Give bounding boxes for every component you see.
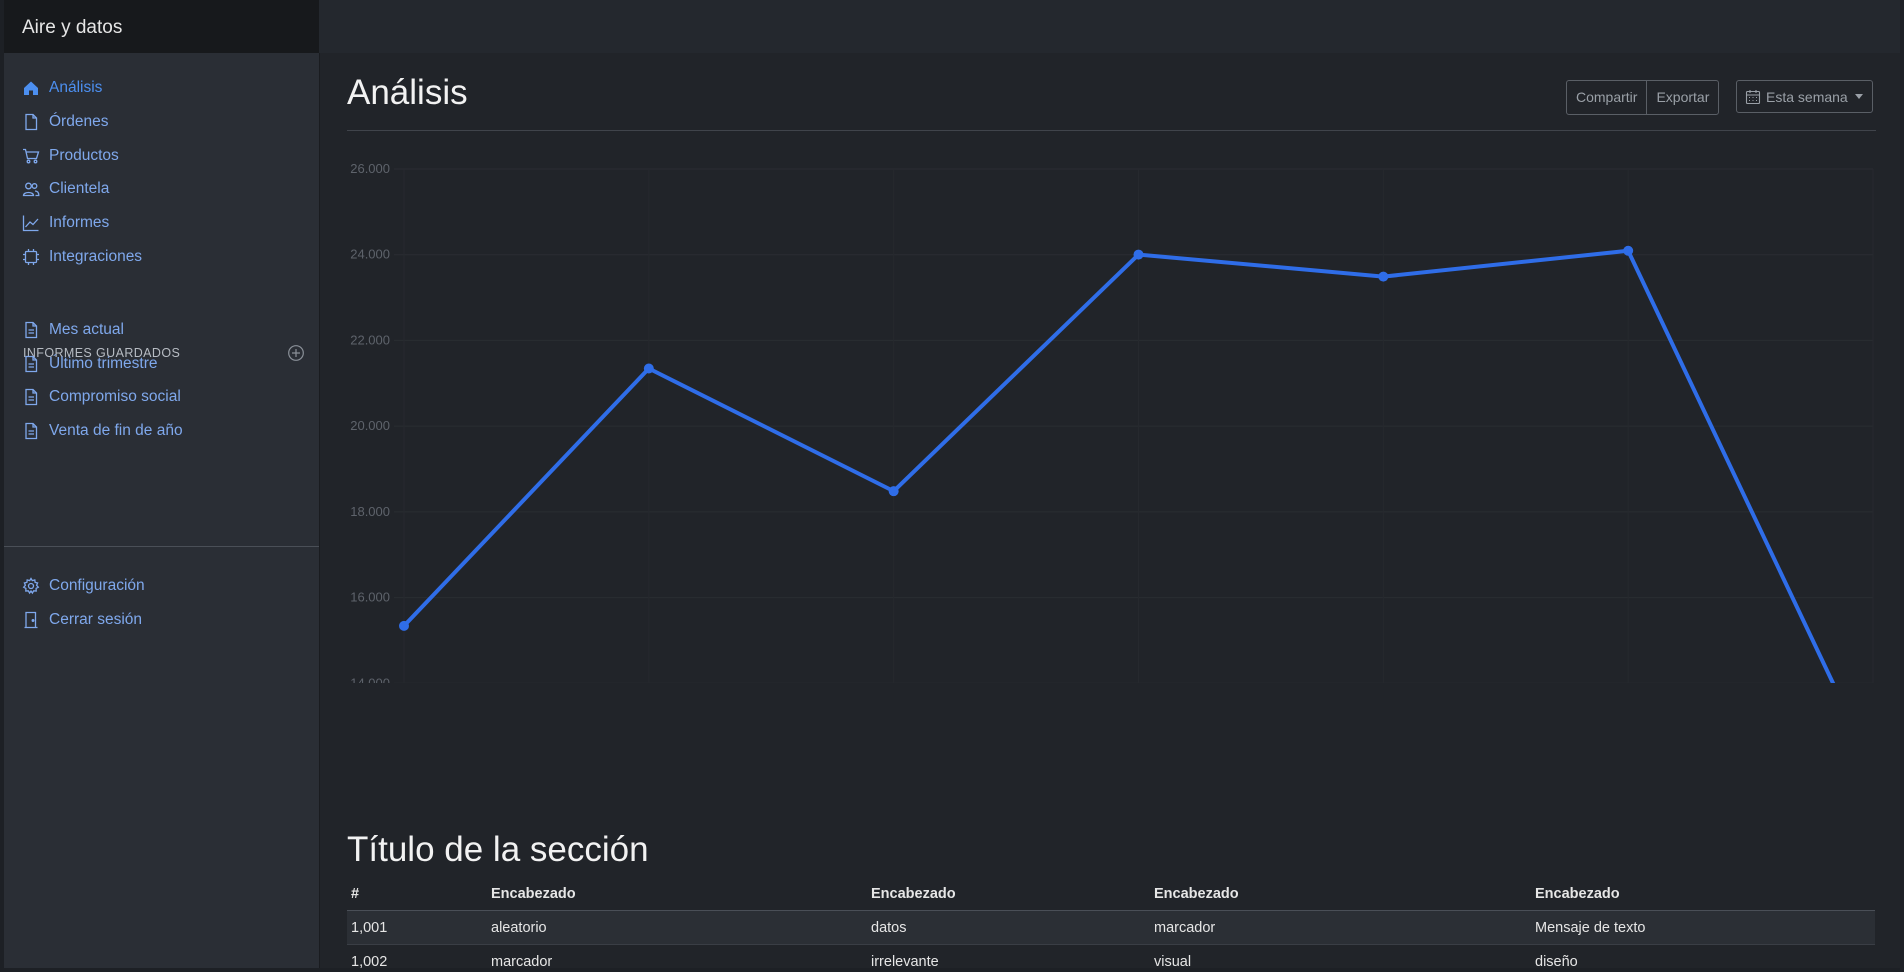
data-point <box>1133 249 1144 260</box>
table-row: 1,001 aleatorio datos marcador Mensaje d… <box>347 910 1875 945</box>
saved-report-ultimo-trimestre[interactable]: Último trimestre <box>22 349 302 379</box>
file-text-icon <box>22 355 40 373</box>
sidebar-item-label: Informes <box>49 214 110 231</box>
table-cell: marcador <box>491 953 553 969</box>
sidebar-item-label: Clientela <box>49 180 110 197</box>
saved-report-label: Compromiso social <box>49 388 181 405</box>
sidebar-item-label: Cerrar sesión <box>49 611 143 628</box>
line-chart: 12.00014.00016.00018.00020.00022.00024.0… <box>350 161 1899 793</box>
file-text-icon <box>22 422 40 440</box>
section-title: Título de la sección <box>347 830 649 869</box>
sidebar-item-label: Órdenes <box>49 113 109 130</box>
top-bar: Aire y datos <box>4 0 1900 53</box>
sidebar-item-integraciones[interactable]: Integraciones <box>22 242 302 272</box>
sidebar-item-clientela[interactable]: Clientela <box>22 174 302 204</box>
table-cell: marcador <box>1154 919 1216 936</box>
sidebar-item-configuracion[interactable]: Configuración <box>22 571 302 601</box>
chart-container: 12.00014.00016.00018.00020.00022.00024.0… <box>320 53 1900 793</box>
table-cell: 1,001 <box>351 919 388 936</box>
column-header: # <box>347 877 487 911</box>
data-point <box>643 363 654 374</box>
sidebar-divider <box>4 546 319 547</box>
main-content: Análisis Compartir Exportar Esta semana … <box>320 53 1900 968</box>
y-tick-label: 26.000 <box>350 161 390 176</box>
data-point <box>888 486 899 497</box>
column-header: Encabezado <box>867 877 1150 911</box>
data-point <box>1623 245 1634 256</box>
saved-report-label: Venta de fin de año <box>49 422 183 439</box>
table-cell: visual <box>1154 953 1192 969</box>
data-table: # Encabezado Encabezado Encabezado Encab… <box>347 877 1875 968</box>
column-header: Encabezado <box>1531 877 1875 911</box>
layers-icon <box>22 248 40 266</box>
saved-report-mes-actual[interactable]: Mes actual <box>22 315 302 345</box>
brand-title[interactable]: Aire y datos <box>4 0 319 53</box>
table-header-row: # Encabezado Encabezado Encabezado Encab… <box>347 877 1875 911</box>
app-window: Aire y datos Análisis Órdenes Productos <box>0 0 1904 972</box>
shopping-cart-icon <box>22 147 40 165</box>
sidebar-item-label: Configuración <box>49 577 145 594</box>
saved-report-label: Mes actual <box>49 321 124 338</box>
table-cell: 1,002 <box>351 953 388 969</box>
door-icon <box>22 611 40 629</box>
sidebar-item-analisis[interactable]: Análisis <box>22 73 302 103</box>
column-header: Encabezado <box>1150 877 1531 911</box>
sidebar: Análisis Órdenes Productos Clientela Inf… <box>4 53 320 968</box>
sidebar-item-label: Productos <box>49 147 119 164</box>
y-tick-label: 14.000 <box>350 675 390 683</box>
users-icon <box>22 180 40 198</box>
y-tick-label: 22.000 <box>350 332 390 347</box>
table-cell: irrelevante <box>871 953 939 969</box>
sidebar-item-label: Integraciones <box>49 248 143 265</box>
column-header: Encabezado <box>487 877 867 911</box>
data-point <box>1378 271 1389 282</box>
table-cell: datos <box>871 919 907 936</box>
y-tick-label: 16.000 <box>350 590 390 605</box>
saved-report-venta-fin-de-ano[interactable]: Venta de fin de año <box>22 416 302 446</box>
table-cell: diseño <box>1535 953 1578 969</box>
sidebar-item-ordenes[interactable]: Órdenes <box>22 107 302 137</box>
table-cell: Mensaje de texto <box>1535 919 1646 936</box>
table-row: 1,002 marcador irrelevante visual diseño <box>347 945 1875 969</box>
bar-chart-icon <box>22 214 40 232</box>
gear-icon <box>22 577 40 595</box>
sidebar-item-productos[interactable]: Productos <box>22 141 302 171</box>
sidebar-item-label: Análisis <box>49 79 103 96</box>
sidebar-item-cerrar-sesion[interactable]: Cerrar sesión <box>22 605 302 635</box>
sidebar-item-informes[interactable]: Informes <box>22 208 302 238</box>
y-tick-label: 18.000 <box>350 504 390 519</box>
saved-report-label: Último trimestre <box>49 355 158 372</box>
y-tick-label: 20.000 <box>350 418 390 433</box>
file-text-icon <box>22 321 40 339</box>
saved-report-compromiso-social[interactable]: Compromiso social <box>22 382 302 412</box>
data-point <box>399 620 409 631</box>
y-tick-label: 24.000 <box>350 247 390 262</box>
file-text-icon <box>22 388 40 406</box>
home-icon <box>22 79 40 97</box>
table-cell: aleatorio <box>491 919 547 936</box>
file-icon <box>22 113 40 131</box>
